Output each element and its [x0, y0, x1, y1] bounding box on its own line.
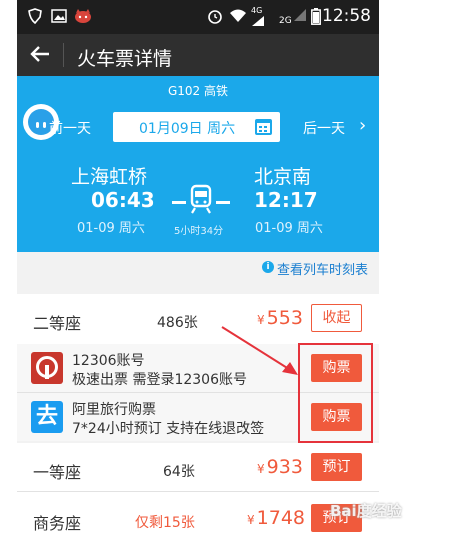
annotation-arrow: [221, 326, 298, 375]
annotation-highlight-box: [298, 343, 373, 443]
watermark: Bai度经验: [330, 502, 402, 520]
